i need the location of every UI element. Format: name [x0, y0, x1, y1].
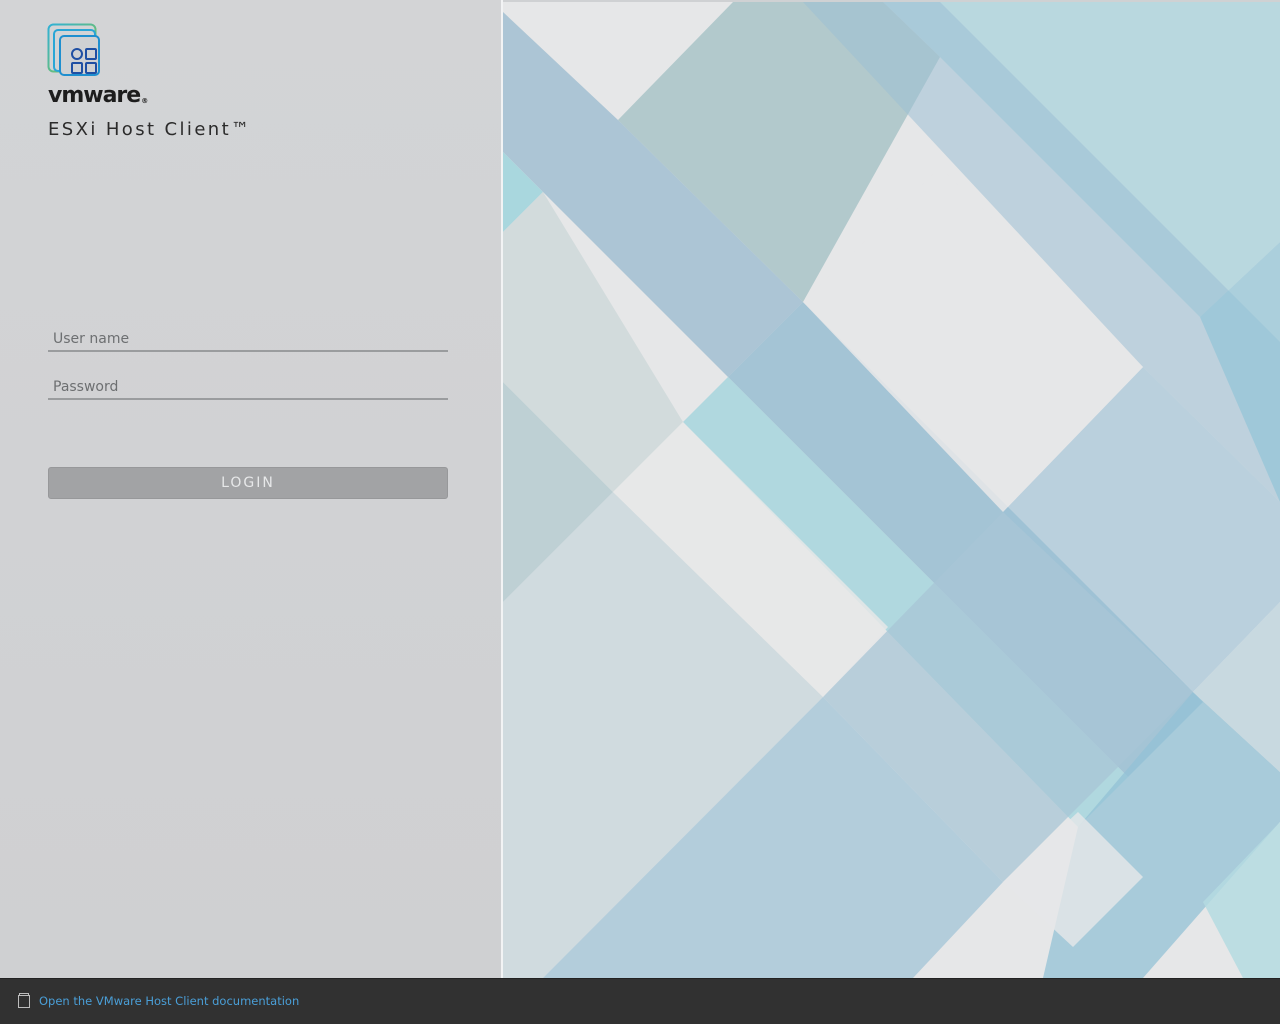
registered-mark: ® — [141, 97, 148, 105]
vmware-wordmark: vmware® — [48, 82, 148, 110]
vmware-logo-icon — [47, 23, 100, 76]
diagonal-pattern-graphic — [503, 2, 1280, 978]
decorative-background-art — [503, 2, 1280, 978]
document-icon — [18, 993, 30, 1008]
login-panel: vmware® ESXi Host Client™ LOGIN — [0, 0, 501, 978]
login-page: vmware® ESXi Host Client™ LOGIN — [0, 0, 1280, 1024]
login-button[interactable]: LOGIN — [48, 467, 448, 499]
product-title: ESXi Host Client™ — [48, 119, 252, 140]
footer-bar: Open the VMware Host Client documentatio… — [0, 978, 1280, 1024]
documentation-link[interactable]: Open the VMware Host Client documentatio… — [39, 993, 299, 1009]
password-input[interactable] — [48, 376, 448, 400]
username-input[interactable] — [48, 328, 448, 352]
vmware-wordmark-text: vmware — [48, 83, 141, 108]
